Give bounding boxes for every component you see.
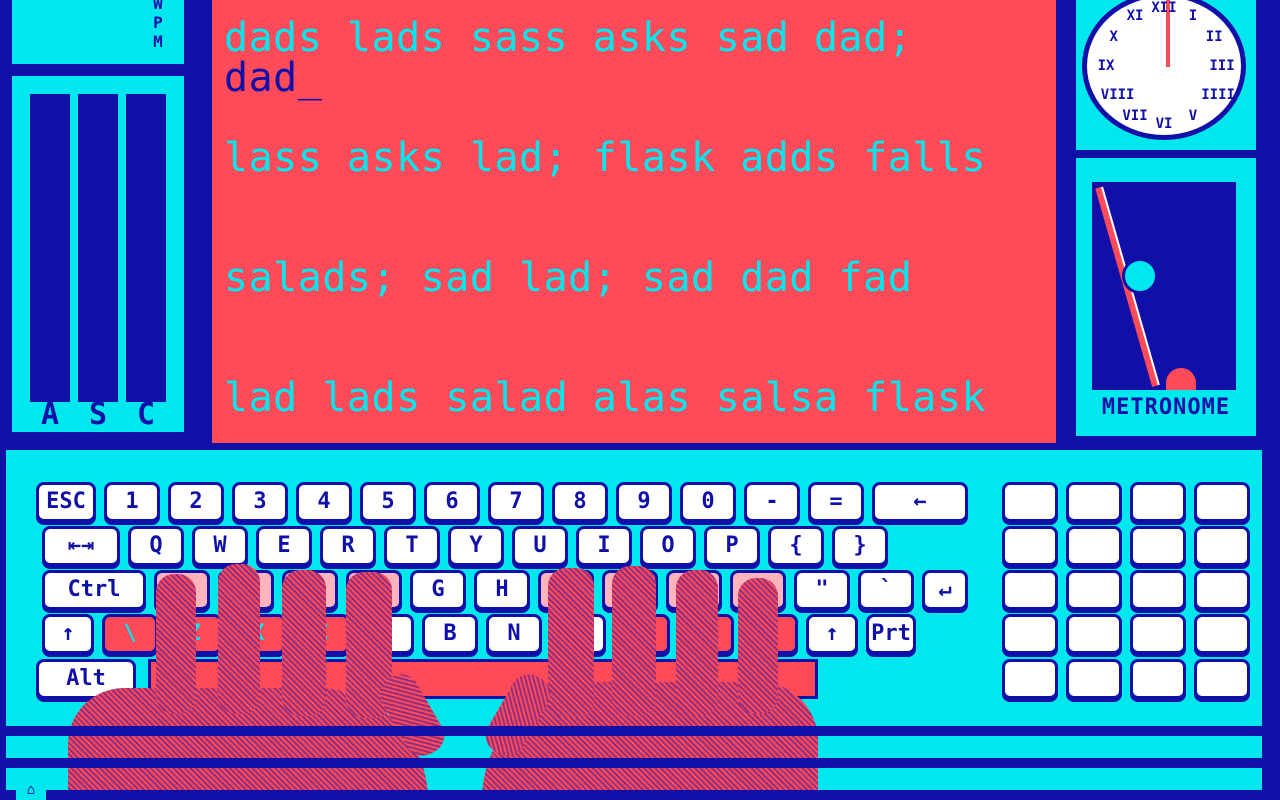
clock-numeral: XII (1151, 0, 1177, 16)
key-blank[interactable] (1002, 659, 1058, 699)
left-ring-finger (218, 564, 260, 714)
key-R[interactable]: R (320, 526, 376, 566)
key-I[interactable]: I (576, 526, 632, 566)
clock-numeral: XI (1126, 7, 1144, 24)
clock-numeral: IX (1097, 58, 1115, 74)
key-blank[interactable] (1002, 570, 1058, 610)
key-6[interactable]: 6 (424, 482, 480, 522)
key-8[interactable]: 8 (552, 482, 608, 522)
lesson-line-3: salads; sad lad; sad dad fad (224, 255, 913, 301)
key-5[interactable]: 5 (360, 482, 416, 522)
key-9[interactable]: 9 (616, 482, 672, 522)
meter-label-a: A (40, 397, 60, 432)
metronome-icon (1092, 182, 1236, 390)
left-middle-finger (282, 570, 326, 716)
key-blank[interactable] (1002, 482, 1058, 522)
asc-meters-panel: A S C (12, 76, 184, 432)
key-blank[interactable] (1194, 659, 1250, 699)
key-blank[interactable] (1194, 614, 1250, 654)
key-blank[interactable] (1066, 482, 1122, 522)
clock-panel: XII I II III IIII V VI VII VIII IX X XI (1076, 0, 1256, 150)
clock-numeral: II (1205, 29, 1223, 45)
key-3[interactable]: 3 (232, 482, 288, 522)
key-blank[interactable] (1130, 659, 1186, 699)
wpm-label: W P M (153, 0, 163, 51)
key-symbol[interactable]: ` (858, 570, 914, 610)
key-blank[interactable] (1002, 614, 1058, 654)
key-1[interactable]: 1 (104, 482, 160, 522)
key-2[interactable]: 2 (168, 482, 224, 522)
key-symbol[interactable]: ← (872, 482, 968, 522)
clock-icon: XII I II III IIII V VI VII VIII IX X XI (1082, 0, 1246, 140)
clock-numeral: III (1209, 58, 1235, 74)
key-4[interactable]: 4 (296, 482, 352, 522)
key-blank[interactable] (1130, 526, 1186, 566)
accuracy-meter (30, 94, 70, 402)
metronome-label: METRONOME (1101, 395, 1231, 420)
status-icon: ⌂ (16, 780, 46, 800)
meter-label-c: C (136, 397, 156, 432)
key-O[interactable]: O (640, 526, 696, 566)
key-P[interactable]: P (704, 526, 760, 566)
metronome-panel: METRONOME (1076, 158, 1256, 436)
lesson-line-1: dads lads sass asks sad dad; (224, 15, 913, 61)
key-symbol[interactable]: ⇤⇥ (42, 526, 120, 566)
wpm-value: 0 (82, 0, 128, 66)
key-U[interactable]: U (512, 526, 568, 566)
key-symbol[interactable]: = (808, 482, 864, 522)
key-W[interactable]: W (192, 526, 248, 566)
key-symbol[interactable]: ↵ (922, 570, 968, 610)
clock-numeral: IIII (1201, 87, 1235, 103)
pendulum-weight (1122, 258, 1158, 294)
lesson-text-area[interactable]: dads lads sass asks sad dad; dad_ lass a… (212, 0, 1056, 443)
typed-input-line-1[interactable]: dad_ (224, 56, 322, 100)
key-Y[interactable]: Y (448, 526, 504, 566)
key-blank[interactable] (1130, 614, 1186, 654)
keyboard-stripe (6, 790, 1262, 800)
clock-numeral: VII (1122, 108, 1148, 125)
lesson-line-4: lad lads salad alas salsa flask (224, 375, 987, 421)
wpm-panel: 0 W P M (12, 0, 184, 64)
clock-numeral: VIII (1100, 87, 1135, 103)
key-blank[interactable] (1194, 570, 1250, 610)
key-symbol[interactable]: { (768, 526, 824, 566)
right-middle-finger (612, 566, 656, 716)
key-symbol[interactable]: - (744, 482, 800, 522)
key-blank[interactable] (1194, 526, 1250, 566)
keyboard-stripe (6, 758, 1262, 768)
key-blank[interactable] (1194, 482, 1250, 522)
right-ring-finger (676, 570, 718, 716)
speed-meter (78, 94, 118, 402)
key-blank[interactable] (1130, 482, 1186, 522)
on-screen-keyboard: ESC1234567890-=←⇤⇥QWERTYUIOP{}CtrlASDFGH… (6, 450, 1262, 800)
key-blank[interactable] (1066, 659, 1122, 699)
key-7[interactable]: 7 (488, 482, 544, 522)
key-blank[interactable] (1002, 526, 1058, 566)
clock-numeral: VI (1155, 116, 1173, 132)
key-Q[interactable]: Q (128, 526, 184, 566)
consistency-meter (126, 94, 166, 402)
key-Prt[interactable]: Prt (866, 614, 916, 654)
key-blank[interactable] (1130, 570, 1186, 610)
key-symbol[interactable]: } (832, 526, 888, 566)
lesson-line-2: lass asks lad; flask adds falls (224, 135, 987, 181)
key-0[interactable]: 0 (680, 482, 736, 522)
keyboard-stripe (6, 726, 1262, 736)
right-index-finger (548, 568, 594, 718)
pendulum-base (1166, 368, 1196, 390)
clock-numeral: I (1188, 7, 1198, 24)
key-T[interactable]: T (384, 526, 440, 566)
left-pinky-finger (156, 574, 196, 714)
key-ESC[interactable]: ESC (36, 482, 96, 522)
clock-numeral: X (1109, 29, 1118, 45)
right-pinky-finger (738, 578, 778, 714)
key-blank[interactable] (1066, 526, 1122, 566)
key-blank[interactable] (1066, 614, 1122, 654)
key-E[interactable]: E (256, 526, 312, 566)
key-blank[interactable] (1066, 570, 1122, 610)
meter-label-s: S (88, 397, 108, 432)
clock-numeral: V (1188, 108, 1198, 125)
